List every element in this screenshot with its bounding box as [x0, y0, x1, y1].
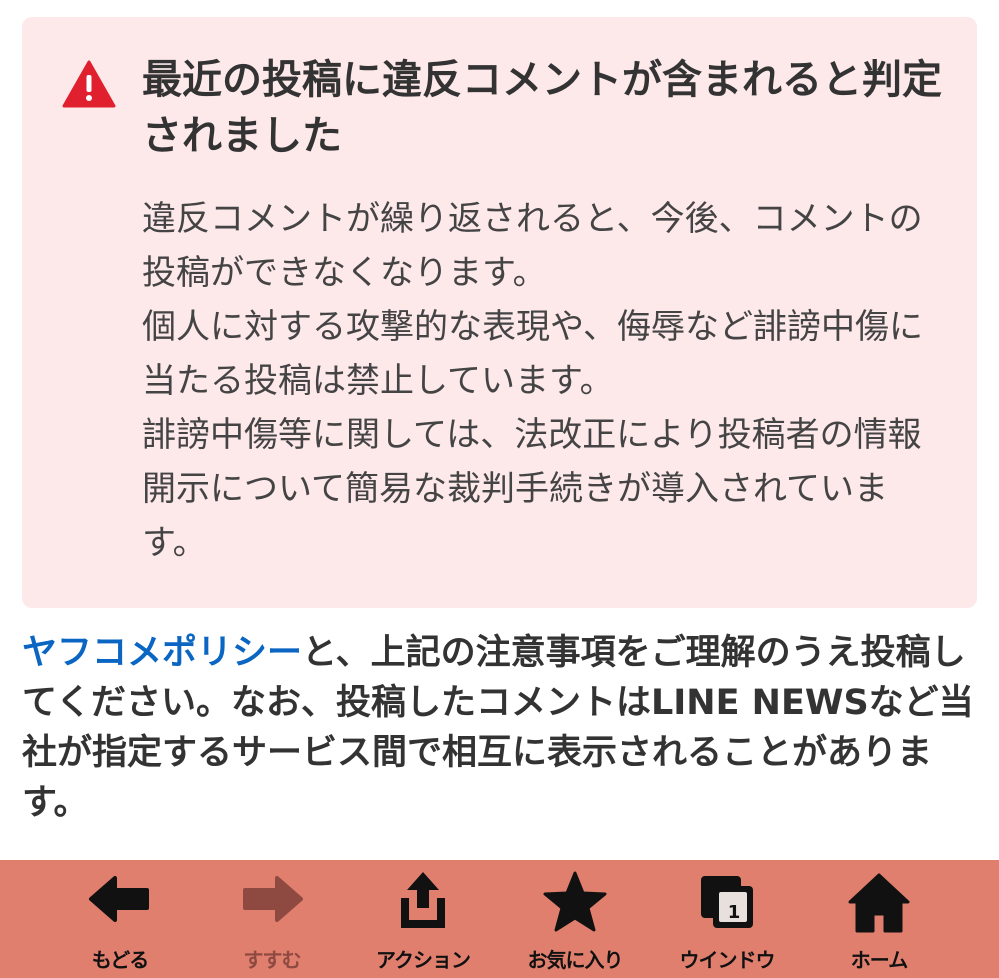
window-button[interactable]: 1 ウインドウ — [647, 860, 807, 978]
window-label: ウインドウ — [679, 948, 776, 972]
bottom-toolbar: もどる すすむ アクション お気に入り 1 ウインドウ ホーム — [0, 860, 999, 978]
star-icon — [543, 871, 607, 932]
back-label: もどる — [91, 948, 150, 972]
warning-body: 違反コメントが繰り返されると、今後、コメントの投稿ができなくなります。 個人に対… — [142, 192, 942, 570]
warning-paragraph-law: 誹謗中傷等に関しては、法改正により投稿者の情報開示について簡易な裁判手続きが導入… — [142, 415, 922, 563]
action-label: アクション — [376, 948, 471, 972]
home-button[interactable]: ホーム — [799, 860, 959, 978]
arrow-right-icon — [243, 876, 303, 922]
forward-label: すすむ — [243, 948, 302, 972]
policy-notice: ヤフコメポリシーと、上記の注意事項をご理解のうえ投稿してください。なお、投稿した… — [22, 628, 982, 828]
favorites-label: お気に入り — [527, 948, 624, 972]
warning-paragraph-repeat: 違反コメントが繰り返されると、今後、コメントの投稿ができなくなります。 — [142, 199, 923, 293]
home-icon — [848, 873, 910, 933]
window-count: 1 — [727, 902, 741, 923]
warning-paragraph-prohibited: 個人に対する攻撃的な表現や、侮辱など誹謗中傷に当たる投稿は禁止しています。 — [142, 307, 923, 401]
back-button[interactable]: もどる — [40, 860, 200, 978]
warning-title: 最近の投稿に違反コメントが含まれると判定されました — [142, 57, 942, 159]
forward-button[interactable]: すすむ — [192, 860, 352, 978]
warning-triangle-icon — [62, 60, 116, 108]
home-label: ホーム — [850, 948, 908, 972]
share-icon — [401, 872, 445, 928]
policy-link[interactable]: ヤフコメポリシー — [22, 633, 302, 673]
action-button[interactable]: アクション — [343, 860, 503, 978]
arrow-left-icon — [89, 876, 149, 922]
favorites-button[interactable]: お気に入り — [495, 860, 655, 978]
